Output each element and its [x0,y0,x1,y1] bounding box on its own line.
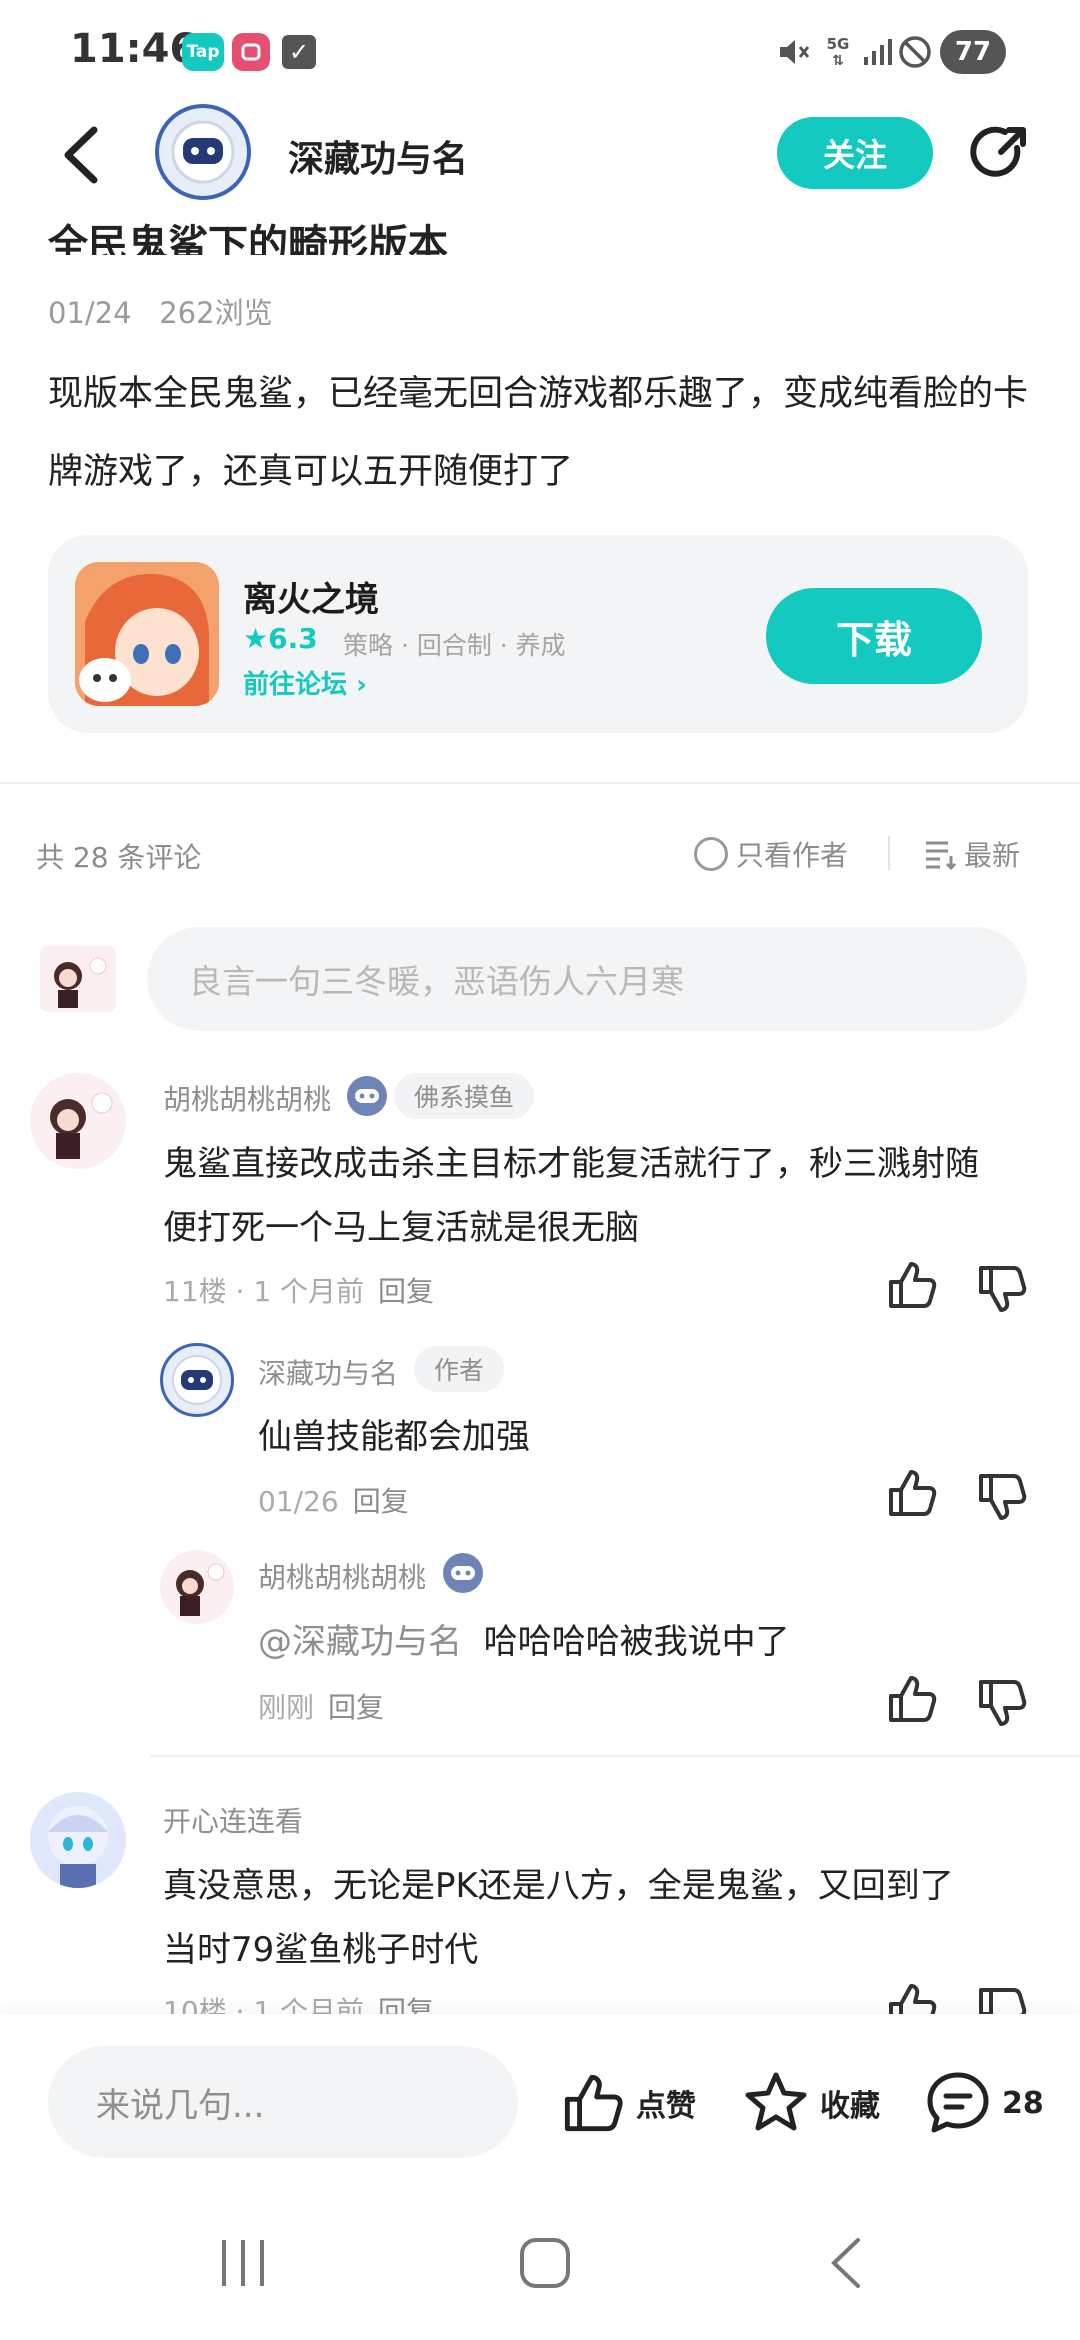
gamepad-badge-icon [347,1076,387,1116]
back-button[interactable] [56,120,106,190]
reply-date: 01/26 [258,1485,339,1518]
comment-text-line: 便打死一个马上复活就是很无脑 [163,1208,639,1248]
sort-icon [926,841,957,870]
network-5g-icon: 5G ⇅ [826,35,850,69]
only-author-label[interactable]: 只看作者 [736,834,848,874]
battery-indicator: 77 [940,30,1006,74]
reply-text: @深藏功与名 哈哈哈哈被我说中了 [258,1610,790,1674]
post-meta: 01/24 262浏览 [48,290,273,332]
collect-button[interactable]: 收藏 [742,2068,880,2138]
reply-button[interactable]: 回复 [353,1485,409,1518]
sort-label[interactable]: 最新 [964,834,1020,874]
say-something-input[interactable]: 来说几句... [48,2046,518,2158]
commenter-avatar[interactable] [30,1792,126,1888]
commenter-name[interactable]: 开心连连看 [163,1800,303,1840]
only-author-toggle[interactable]: 只看作者 [694,834,848,874]
comment-count-button[interactable]: 28 [924,2068,1044,2138]
reply-meta: 刚刚 回复 [258,1686,384,1726]
reply-time: 刚刚 [258,1691,315,1724]
like-label[interactable]: 点赞 [636,2081,696,2125]
reply-name[interactable]: 深藏功与名 [258,1352,398,1392]
post-title: 全民鬼鲨下的畸形版本 [48,222,448,255]
reply-meta: 01/26 回复 [258,1480,409,1520]
like-thumb-icon[interactable] [885,1466,939,1520]
forum-link[interactable]: 前往论坛 › [243,664,367,701]
comment-floor-time: 11楼 · 1 个月前 [163,1275,365,1308]
do-not-disturb-icon [895,30,935,74]
reply-avatar[interactable] [160,1343,234,1417]
home-icon[interactable] [518,2236,572,2294]
user-tag: 佛系摸鱼 [394,1073,535,1119]
commenter-name[interactable]: 胡桃胡桃胡桃 [163,1078,331,1118]
commenter-avatar[interactable] [30,1073,126,1169]
author-tag: 作者 [414,1346,505,1392]
my-avatar [40,946,116,1012]
dislike-thumb-icon[interactable] [975,1470,1029,1524]
like-thumb-icon[interactable] [885,1672,939,1726]
reply-text: 仙兽技能都会加强 [258,1417,530,1457]
collect-label[interactable]: 收藏 [820,2081,880,2125]
follow-button[interactable]: 关注 [777,117,933,189]
game-name[interactable]: 离火之境 [243,572,379,621]
post-views: 262浏览 [159,296,273,330]
comment-text-line: 真没意思，无论是PK还是八方，全是鬼鲨，又回到了 [163,1866,954,1906]
notification-app-icon [232,33,270,71]
forum-link-label[interactable]: 前往论坛 [243,670,347,700]
dislike-thumb-icon[interactable] [975,1262,1029,1316]
game-rating-value: 6.3 [268,622,318,655]
comment-text-line: 当时79鲨鱼桃子时代 [163,1930,479,1970]
radio-circle-icon[interactable] [694,837,728,871]
network-label: 5G [826,35,850,53]
recent-apps-icon[interactable] [218,2236,268,2294]
mute-icon [772,30,816,74]
comment-meta: 11楼 · 1 个月前 回复 [163,1270,434,1310]
comment-count-value[interactable]: 28 [1002,2086,1044,2121]
status-time: 11:46 [70,26,198,72]
author-avatar[interactable] [155,104,251,200]
chevron-right-icon: › [356,670,367,700]
header-separator [888,836,890,870]
section-divider [0,782,1080,784]
signal-icon [860,30,896,74]
comment-divider [150,1755,1080,1757]
game-tags: 策略 · 回合制 · 养成 [343,631,566,660]
comment-text-line: 鬼鲨直接改成击杀主目标才能复活就行了，秒三溅射随 [163,1144,979,1184]
sort-button[interactable]: 最新 [924,834,1020,874]
download-button[interactable]: 下载 [766,588,982,684]
comment-count: 共 28 条评论 [36,841,202,874]
share-icon[interactable] [965,118,1035,188]
game-icon[interactable] [75,562,219,706]
like-thumb-icon[interactable] [885,1258,939,1312]
game-rating: ★6.3 [243,622,318,655]
reply-button[interactable]: 回复 [328,1691,384,1724]
like-icon [564,2074,623,2132]
star-icon [745,2072,807,2131]
comment-bubble-icon [927,2072,989,2133]
dislike-thumb-icon[interactable] [975,1676,1029,1730]
post-body: 现版本全民鬼鲨，已经毫无回合游戏都乐趣了，变成纯看脸的卡牌游戏了，还真可以五开随… [48,374,1029,492]
post-date: 01/24 [48,296,132,330]
reply-name[interactable]: 胡桃胡桃胡桃 [258,1556,426,1596]
reply-button[interactable]: 回复 [378,1275,434,1308]
gamepad-badge-icon [443,1553,483,1593]
comment-input[interactable]: 良言一句三冬暖，恶语伤人六月寒 [147,927,1027,1031]
reply-avatar[interactable] [160,1550,234,1624]
system-back-icon[interactable] [826,2236,866,2294]
like-button[interactable]: 点赞 [560,2068,696,2138]
mention-link[interactable]: @深藏功与名 [258,1622,462,1662]
checkbox-notification-icon: ✓ [282,35,316,69]
author-name[interactable]: 深藏功与名 [288,130,468,182]
reply-text-body: 哈哈哈哈被我说中了 [483,1622,790,1662]
taptap-app-icon: Tap [182,33,224,71]
